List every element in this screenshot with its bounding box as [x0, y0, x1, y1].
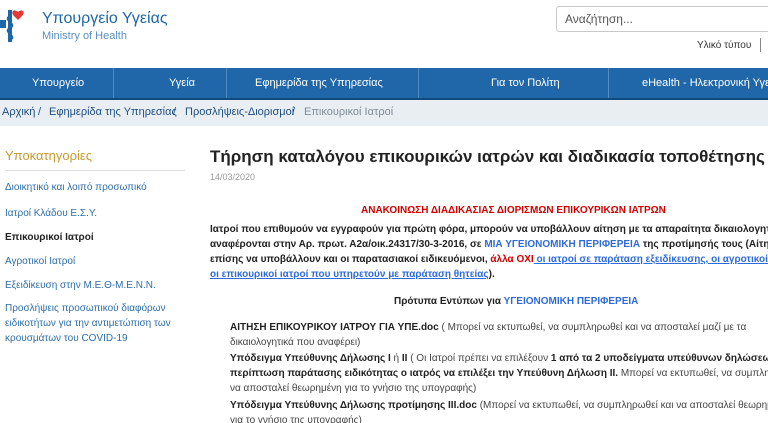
para-line: Ιατροί που επιθυμούν να εγγραφούν για πρ…: [210, 224, 768, 235]
para-line: οι επικουρικοί ιατροί που υπηρετούν με π…: [210, 267, 768, 282]
sidebar-item-covid-line: κρουσμάτων του COVID-19: [5, 333, 128, 344]
nav-separator: [113, 68, 114, 98]
para-line: επίσης να υποβάλλουν και οι παρατασιακοί…: [210, 252, 768, 267]
sidebar-divider: [5, 170, 185, 171]
site-title[interactable]: Υπουργείο Υγείας: [42, 10, 168, 28]
intro-paragraph: Ιατροί που επιθυμούν να εγγραφούν για πρ…: [210, 222, 768, 282]
form-item-note: για το γνήσιο της υπογραφής): [230, 415, 362, 423]
article: Τήρηση καταλόγου επικουρικών ιατρών και …: [210, 136, 768, 423]
breadcrumb-separator: /: [173, 106, 177, 118]
article-date: 14/03/2020: [210, 172, 256, 182]
form-item-line: ΑΙΤΗΣΗ ΕΠΙΚΟΥΡΙΚΟΥ ΙΑΤΡΟΥ ΓΙΑ ΥΠΕ.doc ( …: [230, 320, 768, 335]
form-item-emphasis: 1 από τα 2 υποδείγματα υπεύθυνων δηλώσεω…: [550, 353, 768, 364]
breadcrumb-separator: /: [292, 106, 296, 118]
para-text: ).: [488, 269, 495, 280]
press-material-link[interactable]: Υλικό τύπου: [697, 40, 751, 51]
nav-item-ministry[interactable]: Υπουργείο: [32, 68, 84, 98]
declaration-iii-link[interactable]: Υπόδειγμα Υπεύθυνης Δήλωσης προτίμησης Ι…: [230, 400, 477, 411]
form-item: ΑΙΤΗΣΗ ΕΠΙΚΟΥΡΙΚΟΥ ΙΑΤΡΟΥ ΓΙΑ ΥΠΕ.doc ( …: [230, 320, 768, 350]
not-highlight: άλλα ΟΧΙ: [490, 254, 534, 265]
forms-heading: Πρότυπα Εντύπων για ΥΓΕΙΟΝΟΜΙΚΗ ΠΕΡΙΦΕΡΕ…: [394, 296, 638, 307]
sidebar-item-icu-specialization[interactable]: Εξειδίκευση στην Μ.Ε.Θ-Μ.Ε.Ν.Ν.: [5, 280, 156, 291]
nav-item-health[interactable]: Υγεία: [169, 68, 195, 98]
form-item: Υπόδειγμα Υπεύθυνης Δήλωσης προτίμησης Ι…: [230, 398, 768, 423]
form-item-line: Υπόδειγμα Υπεύθυνης Δήλωσης προτίμησης Ι…: [230, 398, 768, 413]
nav-separator: [608, 68, 609, 98]
breadcrumb: Αρχική / Εφημερίδα της Υπηρεσίας / Προσλ…: [0, 100, 768, 126]
sidebar-item-esy-doctors[interactable]: Ιατροί Κλάδου Ε.Σ.Υ.: [5, 208, 97, 219]
announcement-heading: ΑΝΑΚΟΙΝΩΣΗ ΔΙΑΔΙΚΑΣΙΑΣ ΔΙΟΡΙΣΜΩΝ ΕΠΙΚΟΥΡ…: [361, 205, 666, 216]
nav-separator: [226, 68, 227, 98]
breadcrumb-current: Επικουρικοί Ιατροί: [304, 106, 394, 118]
site-header: Υπουργείο Υγείας Ministry of Health Αναζ…: [0, 0, 768, 68]
form-item-note: να αποσταλεί θεωρημένη για το γνήσιο της…: [230, 383, 477, 394]
health-region-highlight: ΜΙΑ ΥΓΕΙΟΝΟΜΙΚΗ ΠΕΡΙΦΕΡΕΙΑ: [484, 239, 641, 250]
form-item-note: Μπορεί να εκτυπωθεί, να συμπληρ: [618, 368, 768, 379]
sidebar-item-covid-line: Προσλήψεις προσωπικού διαφόρων: [5, 303, 166, 314]
para-text: επίσης να υποβάλλουν και οι παρατασιακοί…: [210, 254, 491, 265]
declaration-i-link[interactable]: Υπόδειγμα Υπεύθυνης Δήλωσης I: [230, 353, 391, 364]
util-separator: [760, 38, 761, 52]
page-title: Τήρηση καταλόγου επικουρικών ιατρών και …: [210, 147, 765, 166]
para-text: αναφέρονται στην Αρ. πρωτ. Α2α/οικ.24317…: [210, 239, 485, 250]
form-item-note: ( Οι Ιατροί πρέπει να επιλέξουν: [407, 353, 551, 364]
breadcrumb-gazette[interactable]: Εφημερίδα της Υπηρεσίας: [49, 106, 177, 118]
search-input[interactable]: Αναζήτηση...: [556, 6, 768, 32]
form-item-note: ( Μπορεί να εκτυπωθεί, να συμπληρωθεί κα…: [438, 322, 747, 333]
sidebar-item-auxiliary-doctors[interactable]: Επικουρικοί Ιατροί: [5, 232, 94, 243]
form-item: Υπόδειγμα Υπεύθυνης Δήλωσης I ή II ( Οι …: [230, 351, 768, 396]
sidebar-item-covid-line: ειδικοτήτων για την αντιμετώπιση των: [5, 318, 171, 329]
nav-separator: [418, 68, 419, 98]
main-nav: Υπουργείο Υγεία Εφημερίδα της Υπηρεσίας …: [0, 68, 768, 100]
application-doc-link[interactable]: ΑΙΤΗΣΗ ΕΠΙΚΟΥΡΙΚΟΥ ΙΑΤΡΟΥ ΓΙΑ ΥΠΕ.doc: [230, 322, 439, 333]
nav-item-gazette[interactable]: Εφημερίδα της Υπηρεσίας: [255, 68, 383, 98]
forms-heading-text: Πρότυπα Εντύπων για: [394, 296, 504, 307]
para-text: της προτίμησής τους (Αίτηση μ: [642, 239, 768, 250]
para-line: αναφέρονται στην Αρ. πρωτ. Α2α/οικ.24317…: [210, 237, 768, 252]
form-item-note: (Μπορεί να εκτυπωθεί, να συμπληρωθεί και…: [476, 400, 768, 411]
search-placeholder: Αναζήτηση...: [565, 12, 633, 26]
form-item-line: Υπόδειγμα Υπεύθυνης Δήλωσης I ή II ( Οι …: [230, 351, 768, 366]
nav-item-ehealth[interactable]: eHealth - Ηλεκτρονική Υγεί: [642, 68, 768, 98]
excluded-doctors-text: οι ιατροί σε παράταση εξειδίκευσης, οι α…: [533, 254, 768, 265]
excluded-doctors-text: οι επικουρικοί ιατροί που υπηρετούν με π…: [210, 269, 489, 280]
form-item-note: δικαιολογητικά που αναφέρει): [230, 337, 361, 348]
sidebar-item-rural-doctors[interactable]: Αγροτικοί Ιατροί: [5, 256, 75, 267]
nav-item-citizen[interactable]: Για τον Πολίτη: [491, 68, 560, 98]
sidebar-title: Υποκατηγορίες: [5, 148, 92, 163]
breadcrumb-hiring[interactable]: Προσλήψεις-Διορισμοί: [185, 106, 294, 118]
sidebar-item-admin-staff[interactable]: Διοικητικό και λοιπό προσωπικό: [5, 182, 147, 193]
form-item-emphasis: περίπτωση παράτασης ειδικότητας ο ιατρός…: [230, 368, 619, 379]
sidebar-item-covid-hiring[interactable]: Προσλήψεις προσωπικού διαφόρων ειδικοτήτ…: [5, 301, 171, 346]
forms-heading-highlight: ΥΓΕΙΟΝΟΜΙΚΗ ΠΕΡΙΦΕΡΕΙΑ: [503, 296, 639, 307]
form-item-note: ή: [390, 353, 402, 364]
site-subtitle[interactable]: Ministry of Health: [42, 30, 127, 42]
breadcrumb-separator: /: [38, 106, 42, 118]
breadcrumb-home[interactable]: Αρχική: [2, 106, 35, 118]
ministry-logo-icon[interactable]: [0, 6, 36, 48]
form-item-line: περίπτωση παράτασης ειδικότητας ο ιατρός…: [230, 366, 768, 381]
